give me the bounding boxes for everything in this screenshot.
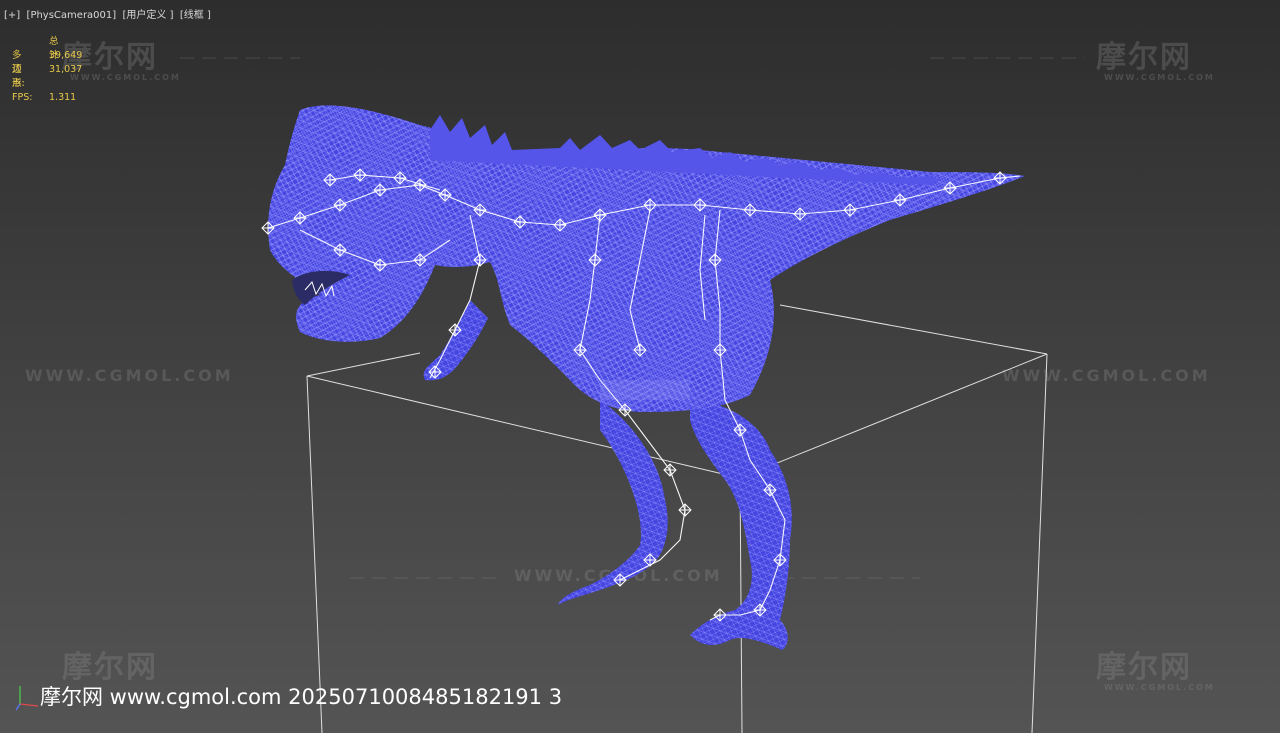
fps-value: 1.311 <box>49 92 77 103</box>
footer-caption: 摩尔网 www.cgmol.com 2025071008485182191 3 <box>40 685 563 709</box>
polys-value: 39,649 <box>49 50 83 61</box>
bone-joint-marker[interactable] <box>678 503 692 517</box>
dinosaur-highlight <box>600 380 690 400</box>
scene-canvas[interactable] <box>0 0 1280 733</box>
dinosaur-wireframe[interactable] <box>268 105 1025 650</box>
bone-joint-marker[interactable] <box>663 463 677 477</box>
verts-label: 顶点: <box>12 64 25 89</box>
viewport-label[interactable]: [+] [PhysCamera001] [用户定义 ] [线框 ] <box>4 6 211 21</box>
fps-label: FPS: <box>12 92 33 103</box>
verts-value: 31,037 <box>49 64 83 75</box>
viewport[interactable]: 摩尔网 WWW.CGMOL.COM 摩尔网 WWW.CGMOL.COM WWW.… <box>0 0 1280 733</box>
